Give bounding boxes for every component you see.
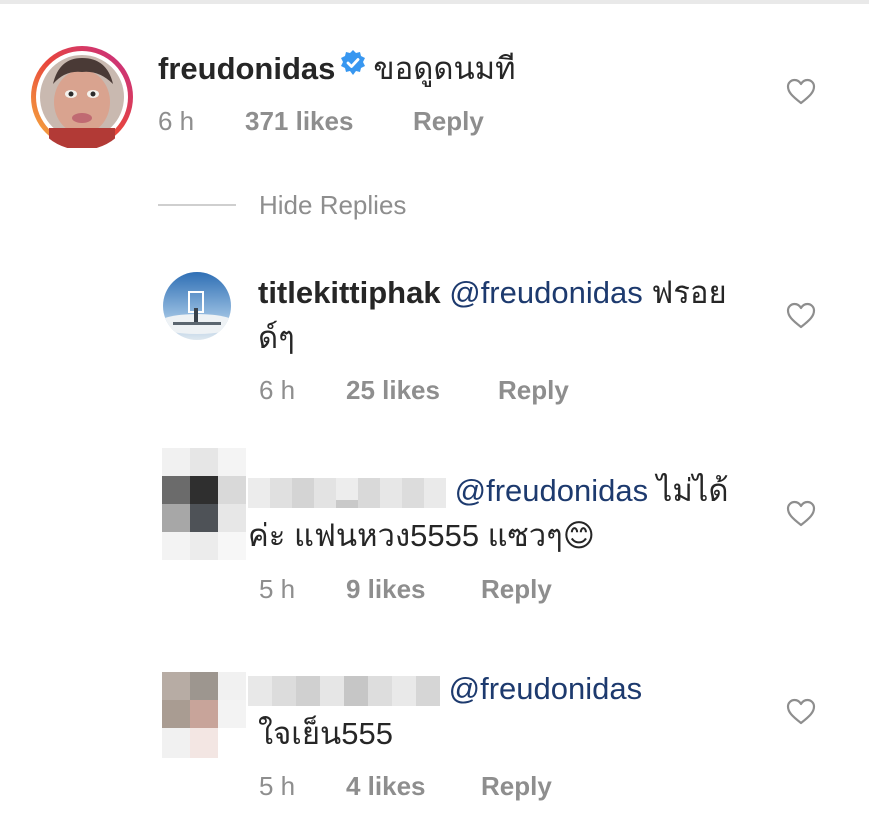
comment-time: 5 h: [259, 574, 296, 604]
reply-button[interactable]: Reply: [481, 771, 552, 802]
username-titlekittiphak[interactable]: titlekittiphak: [258, 275, 441, 310]
smile-emoji-icon: 😊: [562, 518, 596, 554]
comment-time: 6 h: [259, 375, 296, 405]
reply-body-line2: ค่ะ แฟนหวง5555 แซวๆ: [248, 518, 563, 553]
heart-icon[interactable]: [786, 302, 816, 330]
heart-icon[interactable]: [786, 500, 816, 528]
username-freudonidas[interactable]: freudonidas: [158, 51, 335, 86]
reply-button[interactable]: Reply: [481, 574, 552, 605]
comment-time: 5 h: [259, 771, 296, 801]
avatar-pixelated[interactable]: [162, 448, 246, 560]
reply-body-line1: ฟรอย: [651, 275, 727, 310]
pixelated-username: [248, 673, 440, 706]
comment-time: 6 h: [158, 106, 195, 136]
comment-likes[interactable]: 25 likes: [346, 375, 440, 406]
hide-replies-label[interactable]: Hide Replies: [259, 190, 406, 221]
verified-badge-icon: [339, 44, 367, 89]
heart-icon[interactable]: [786, 78, 816, 106]
reply-button[interactable]: Reply: [498, 375, 569, 406]
top-divider: [0, 0, 869, 4]
comment-likes[interactable]: 9 likes: [346, 574, 426, 605]
avatar-freudonidas[interactable]: [29, 44, 135, 150]
reply-button[interactable]: Reply: [413, 106, 484, 137]
mention-link[interactable]: @freudonidas: [449, 671, 642, 706]
reply-text: @freudonidas ไม่ได้ ค่ะ แฟนหวง5555 แซวๆ😊: [248, 468, 788, 559]
avatar-titlekittiphak[interactable]: [163, 272, 231, 340]
comment-likes[interactable]: 4 likes: [346, 771, 426, 802]
heart-icon[interactable]: [786, 698, 816, 726]
reply-text: @freudonidas ใจเย็น555: [248, 666, 788, 756]
reply-body-line1: ไม่ได้: [656, 473, 729, 508]
reply-body-line2: ด์ๆ: [258, 320, 295, 355]
comment-likes[interactable]: 371 likes: [245, 106, 353, 137]
pixelated-username: [248, 475, 446, 508]
main-comment-text: freudonidas ขอดูดนมที: [158, 46, 516, 93]
avatar-pixelated[interactable]: [162, 672, 246, 758]
reply-body-line2: ใจเย็น555: [258, 716, 393, 751]
mention-link[interactable]: @freudonidas: [449, 275, 642, 310]
mention-link[interactable]: @freudonidas: [455, 473, 648, 508]
main-comment-body: ขอดูดนมที: [373, 51, 516, 86]
reply-text: titlekittiphak @freudonidas ฟรอย ด์ๆ: [258, 270, 778, 360]
hide-replies-line: [158, 204, 236, 206]
